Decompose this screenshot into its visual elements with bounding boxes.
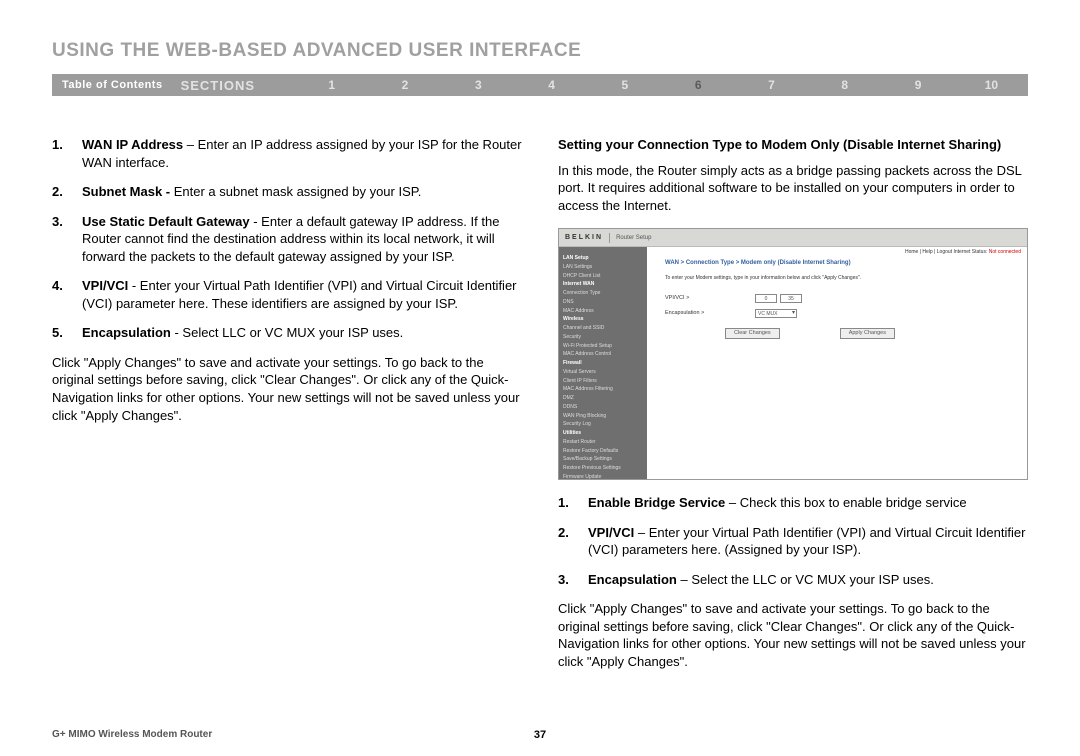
section-link-2[interactable]: 2 [368, 78, 441, 92]
section-link-7[interactable]: 7 [735, 78, 808, 92]
ss-row-encap: Encapsulation > VC MUX [665, 309, 1017, 318]
vpi-input[interactable]: 0 [755, 294, 777, 303]
router-ui-screenshot: BELKIN Router Setup Home | Help | Logout… [558, 228, 1028, 480]
ss-row-vpivci: VPI/VCI > 0 35 [665, 294, 1017, 303]
encapsulation-select[interactable]: VC MUX [755, 309, 797, 318]
right-intro: In this mode, the Router simply acts as … [558, 162, 1028, 215]
section-link-1[interactable]: 1 [295, 78, 368, 92]
section-link-3[interactable]: 3 [442, 78, 515, 92]
section-link-9[interactable]: 9 [881, 78, 954, 92]
left-closing-paragraph: Click "Apply Changes" to save and activa… [52, 354, 522, 424]
ss-sidebar: LAN Setup LAN Settings DHCP Client List … [559, 247, 647, 479]
page-title: USING THE WEB-BASED ADVANCED USER INTERF… [52, 40, 1028, 62]
list-item: 1.Enable Bridge Service – Check this box… [558, 494, 1028, 512]
ss-breadcrumb: WAN > Connection Type > Modem only (Disa… [665, 259, 1017, 267]
list-item: 5.Encapsulation - Select LLC or VC MUX y… [52, 324, 522, 342]
ss-header-title: Router Setup [616, 234, 651, 242]
left-numbered-list: 1.WAN IP Address – Enter an IP address a… [52, 136, 522, 342]
sections-label: SECTIONS [181, 78, 295, 93]
vci-input[interactable]: 35 [780, 294, 802, 303]
section-link-10[interactable]: 10 [955, 78, 1028, 92]
ss-main: WAN > Connection Type > Modem only (Disa… [647, 247, 1027, 479]
list-item: 2.Subnet Mask - Enter a subnet mask assi… [52, 183, 522, 201]
right-heading: Setting your Connection Type to Modem On… [558, 136, 1028, 154]
right-numbered-list: 1.Enable Bridge Service – Check this box… [558, 494, 1028, 588]
left-column: 1.WAN IP Address – Enter an IP address a… [52, 136, 522, 671]
section-nav-bar: Table of Contents SECTIONS 1 2 3 4 5 6 7… [52, 74, 1028, 96]
toc-link[interactable]: Table of Contents [52, 79, 181, 91]
section-link-5[interactable]: 5 [588, 78, 661, 92]
ss-instruction: To enter your Modem settings, type in yo… [665, 275, 1017, 282]
section-link-8[interactable]: 8 [808, 78, 881, 92]
page-footer: G+ MIMO Wireless Modem Router 37 [52, 729, 1028, 740]
section-link-4[interactable]: 4 [515, 78, 588, 92]
section-link-6[interactable]: 6 [662, 78, 735, 92]
list-item: 4.VPI/VCI - Enter your Virtual Path Iden… [52, 277, 522, 312]
clear-changes-button[interactable]: Clear Changes [725, 328, 780, 339]
right-column: Setting your Connection Type to Modem On… [558, 136, 1028, 671]
belkin-logo: BELKIN [565, 233, 603, 242]
product-name: G+ MIMO Wireless Modem Router [52, 729, 212, 740]
list-item: 3.Use Static Default Gateway - Enter a d… [52, 213, 522, 266]
apply-changes-button[interactable]: Apply Changes [840, 328, 895, 339]
page-number: 37 [534, 729, 546, 741]
ss-header: BELKIN Router Setup [559, 229, 1027, 247]
section-numbers: 1 2 3 4 5 6 7 8 9 10 [295, 78, 1028, 92]
list-item: 1.WAN IP Address – Enter an IP address a… [52, 136, 522, 171]
list-item: 3.Encapsulation – Select the LLC or VC M… [558, 571, 1028, 589]
list-item: 2.VPI/VCI – Enter your Virtual Path Iden… [558, 524, 1028, 559]
right-closing-paragraph: Click "Apply Changes" to save and activa… [558, 600, 1028, 670]
